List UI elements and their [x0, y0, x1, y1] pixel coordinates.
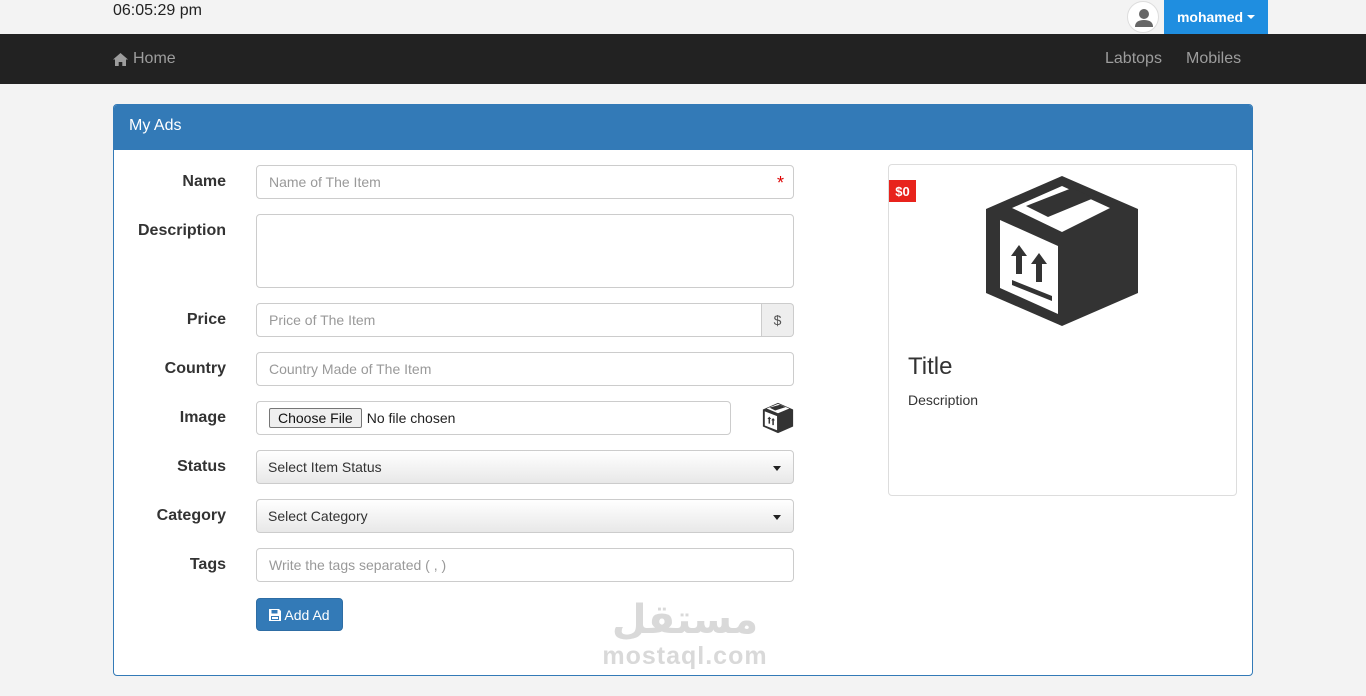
- category-selected: Select Category: [268, 508, 368, 524]
- my-ads-panel: My Ads Name Name of The Item * Descripti…: [113, 104, 1253, 676]
- tags-input[interactable]: Write the tags separated ( , ): [256, 548, 794, 582]
- name-input[interactable]: Name of The Item *: [256, 165, 794, 199]
- box-icon: [986, 176, 1138, 326]
- price-tag: $0: [889, 180, 916, 202]
- name-placeholder: Name of The Item: [269, 174, 381, 190]
- status-selected: Select Item Status: [268, 459, 382, 475]
- country-placeholder: Country Made of The Item: [269, 361, 432, 377]
- nav-home-link[interactable]: Home: [113, 34, 176, 84]
- file-status: No file chosen: [366, 410, 456, 426]
- home-icon: [113, 52, 128, 66]
- preview-description: Description: [908, 392, 979, 408]
- image-label: Image: [179, 409, 226, 426]
- navbar: Home Labtops Mobiles: [0, 34, 1366, 84]
- choose-file-button[interactable]: Choose File: [269, 408, 362, 428]
- user-name: mohamed: [1176, 9, 1244, 25]
- category-select[interactable]: Select Category: [256, 499, 794, 533]
- status-label: Status: [177, 458, 226, 475]
- caret-down-icon: [1247, 15, 1256, 19]
- nav-link-labtops[interactable]: Labtops: [1105, 34, 1162, 84]
- description-textarea[interactable]: [256, 214, 794, 288]
- watermark-latin: mostaql.com: [602, 642, 768, 670]
- panel-title: My Ads: [114, 105, 1252, 150]
- chevron-down-icon: [773, 515, 781, 520]
- preview-title: Title: [908, 353, 953, 380]
- tags-placeholder: Write the tags separated ( , ): [269, 557, 447, 573]
- price-label: Price: [186, 311, 226, 328]
- country-label: Country: [164, 360, 226, 377]
- user-menu-button[interactable]: mohamed: [1164, 0, 1268, 34]
- name-label: Name: [182, 173, 226, 190]
- tags-label: Tags: [189, 556, 226, 573]
- status-select[interactable]: Select Item Status: [256, 450, 794, 484]
- image-file-input[interactable]: Choose File No file chosen: [256, 401, 731, 435]
- price-placeholder: Price of The Item: [269, 312, 376, 328]
- watermark-logo: مستقل mostaql.com: [600, 598, 770, 670]
- currency-addon: $: [762, 303, 794, 337]
- ad-preview-card: $0 Title Description: [888, 164, 1237, 496]
- add-ad-label: Add Ad: [284, 606, 330, 623]
- nav-home-label: Home: [133, 50, 176, 67]
- user-icon[interactable]: [1127, 1, 1159, 33]
- add-ad-button[interactable]: Add Ad: [256, 598, 343, 631]
- country-input[interactable]: Country Made of The Item: [256, 352, 794, 386]
- save-icon: [269, 608, 282, 621]
- category-label: Category: [156, 507, 226, 524]
- description-label: Description: [137, 222, 226, 239]
- chevron-down-icon: [773, 466, 781, 471]
- required-asterisk: *: [776, 173, 784, 193]
- clock-text: 06:05:29 pm: [113, 2, 202, 19]
- box-icon: [760, 401, 796, 435]
- upper-bar: 06:05:29 pm mohamed: [0, 0, 1366, 34]
- watermark-arabic: مستقل: [611, 597, 759, 643]
- nav-link-mobiles[interactable]: Mobiles: [1186, 34, 1241, 84]
- price-input[interactable]: Price of The Item: [256, 303, 762, 337]
